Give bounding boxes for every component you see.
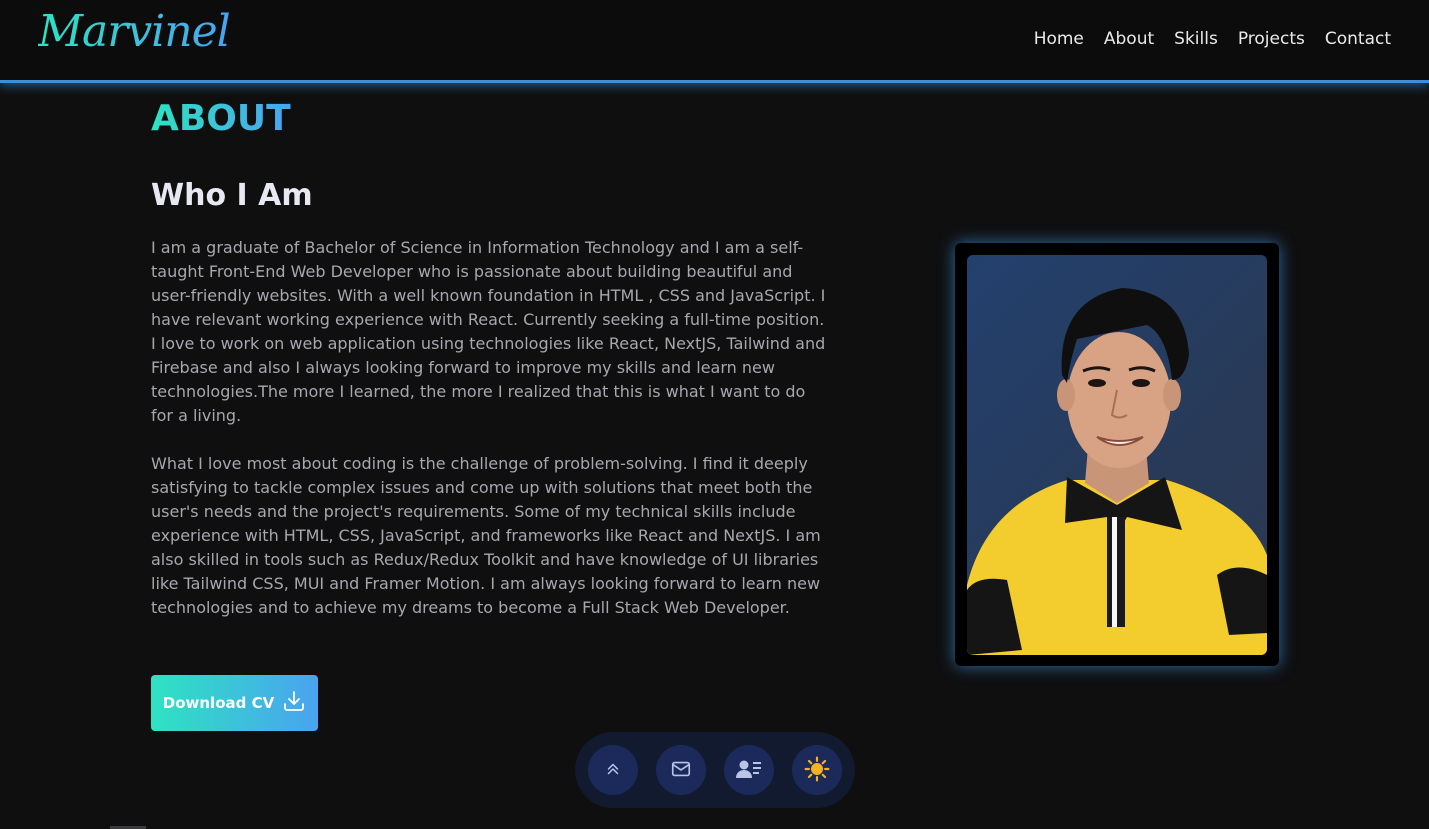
nav-link-skills[interactable]: Skills <box>1174 29 1218 49</box>
nav-link-contact[interactable]: Contact <box>1325 29 1391 49</box>
navbar: Marvinel Home About Skills Projects Cont… <box>0 0 1429 83</box>
subtitle: Who I Am <box>151 178 313 213</box>
theme-toggle-button[interactable] <box>792 745 842 795</box>
profile-photo-frame <box>955 243 1279 666</box>
scroll-top-button[interactable] <box>588 745 638 795</box>
profile-photo <box>967 255 1267 655</box>
floating-dock <box>575 732 855 808</box>
download-cv-button[interactable]: Download CV <box>151 675 318 731</box>
contact-card-button[interactable] <box>724 745 774 795</box>
double-chevron-up-icon <box>604 760 622 781</box>
download-cv-label: Download CV <box>162 694 275 712</box>
logo[interactable]: Marvinel <box>38 6 231 57</box>
nav-menu: Home About Skills Projects Contact <box>1034 29 1391 49</box>
section-title: ABOUT <box>151 98 291 139</box>
mail-button[interactable] <box>656 745 706 795</box>
sun-icon <box>804 756 830 785</box>
mail-icon <box>670 758 692 783</box>
about-paragraph-2: What I love most about coding is the cha… <box>151 454 821 617</box>
download-icon <box>282 689 306 717</box>
nav-link-home[interactable]: Home <box>1034 29 1084 49</box>
about-paragraph-1: I am a graduate of Bachelor of Science i… <box>151 238 826 425</box>
contact-card-icon <box>736 758 762 783</box>
nav-link-projects[interactable]: Projects <box>1238 29 1305 49</box>
nav-link-about[interactable]: About <box>1104 29 1154 49</box>
